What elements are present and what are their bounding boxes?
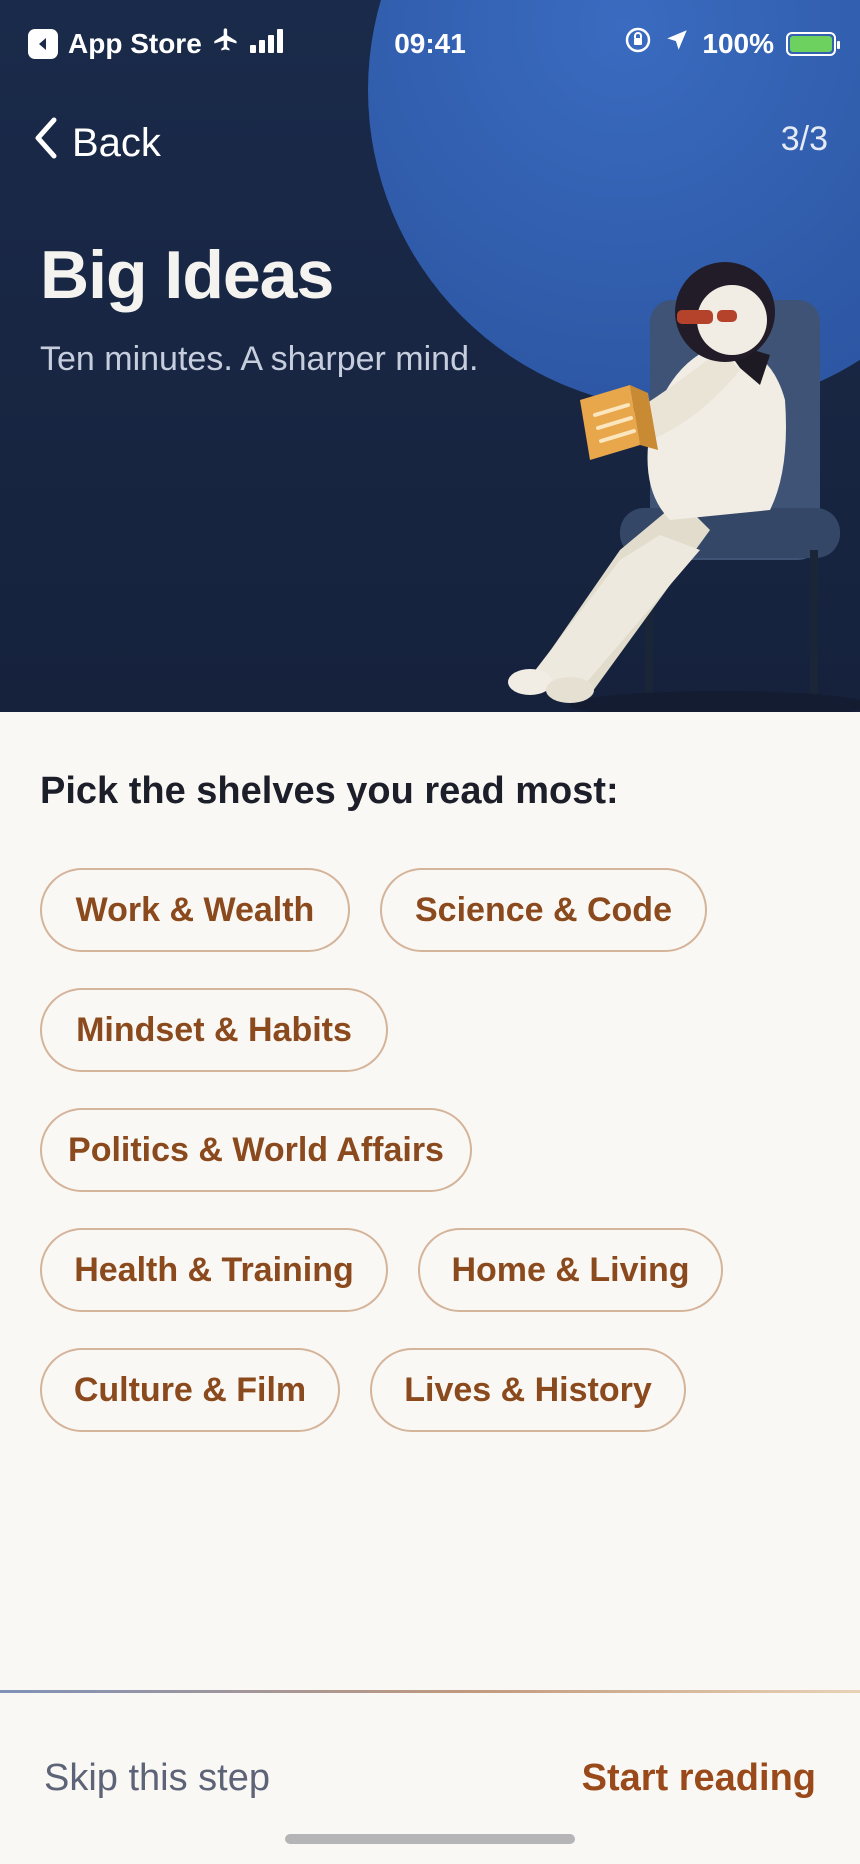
- shelf-prompt: Pick the shelves you read most:: [40, 770, 619, 812]
- chevron-left-icon: [32, 116, 58, 170]
- home-indicator[interactable]: [285, 1834, 575, 1844]
- chip-health-training[interactable]: Health & Training: [40, 1228, 388, 1312]
- location-icon: [664, 27, 690, 60]
- tagline: Ten minutes. A sharper mind.: [40, 340, 479, 378]
- footer-divider: [0, 1690, 860, 1693]
- back-button[interactable]: Back: [32, 116, 161, 170]
- start-reading-button[interactable]: Start reading: [582, 1757, 816, 1800]
- status-bar: App Store 09:41 100%: [0, 0, 860, 90]
- chip-work-wealth[interactable]: Work & Wealth: [40, 868, 350, 952]
- step-indicator: 3/3: [780, 120, 828, 158]
- skip-button[interactable]: Skip this step: [44, 1757, 270, 1800]
- chip-lives-history[interactable]: Lives & History: [370, 1348, 686, 1432]
- hero-banner: App Store 09:41 100% Back 3/3 Big Ideas …: [0, 0, 860, 712]
- page-title: Big Ideas: [40, 237, 334, 313]
- reader-illustration: [508, 262, 860, 712]
- lock-rotation-icon: [624, 26, 652, 61]
- battery-icon: [786, 31, 840, 56]
- chip-home-living[interactable]: Home & Living: [418, 1228, 723, 1312]
- chip-culture-film[interactable]: Culture & Film: [40, 1348, 340, 1432]
- battery-percent: 100%: [702, 27, 774, 59]
- chip-mindset-habits[interactable]: Mindset & Habits: [40, 988, 388, 1072]
- back-label: Back: [72, 120, 161, 165]
- chip-politics-world-affairs[interactable]: Politics & World Affairs: [40, 1108, 472, 1192]
- chip-science-code[interactable]: Science & Code: [380, 868, 707, 952]
